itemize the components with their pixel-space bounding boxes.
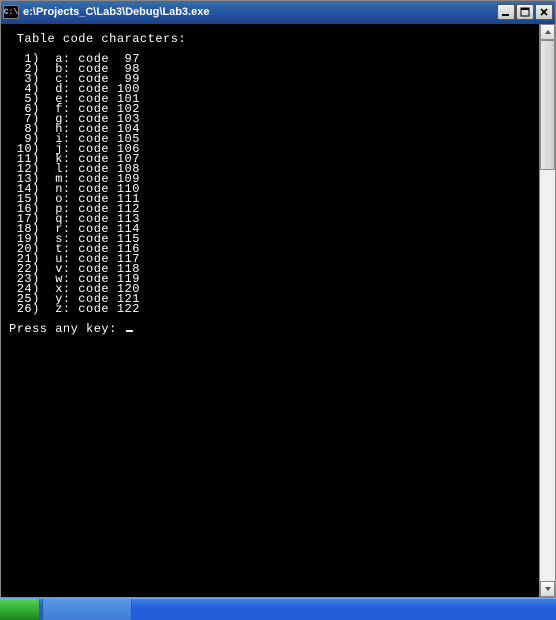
scroll-track[interactable] <box>540 40 555 581</box>
maximize-icon <box>520 7 530 17</box>
cmd-icon: C:\ <box>3 5 19 19</box>
cursor <box>126 330 133 332</box>
code-row: 26) z: code 122 <box>9 304 537 314</box>
scrollbar <box>539 24 555 597</box>
console-output[interactable]: Table code characters: 1) a: code 97 2) … <box>1 24 539 597</box>
close-button[interactable] <box>535 4 553 20</box>
prompt-text: Press any key: <box>9 322 125 336</box>
minimize-button[interactable] <box>497 4 515 20</box>
titlebar: C:\ e:\Projects_C\Lab3\Debug\Lab3.exe <box>1 1 555 23</box>
window-controls <box>496 4 553 20</box>
start-button[interactable] <box>0 599 40 620</box>
minimize-icon <box>501 7 511 17</box>
scroll-up-button[interactable] <box>540 24 555 40</box>
console-area: Table code characters: 1) a: code 97 2) … <box>1 23 555 597</box>
close-icon <box>539 7 549 17</box>
chevron-up-icon <box>544 28 552 36</box>
scroll-thumb[interactable] <box>540 40 555 170</box>
chevron-down-icon <box>544 585 552 593</box>
taskbar <box>0 598 556 620</box>
console-window: C:\ e:\Projects_C\Lab3\Debug\Lab3.exe Ta… <box>0 0 556 598</box>
window-title: e:\Projects_C\Lab3\Debug\Lab3.exe <box>23 6 496 18</box>
taskbar-item[interactable] <box>42 599 132 620</box>
maximize-button[interactable] <box>516 4 534 20</box>
prompt-line: Press any key: <box>9 324 537 334</box>
scroll-down-button[interactable] <box>540 581 555 597</box>
console-header: Table code characters: <box>9 34 537 44</box>
